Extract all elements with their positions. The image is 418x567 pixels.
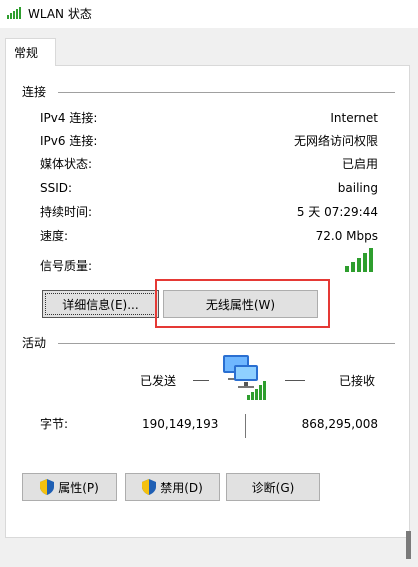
wireless-properties-button[interactable]: 无线属性(W) [163, 290, 318, 318]
received-line [285, 380, 305, 381]
bytes-sent-value: 190,149,193 [142, 417, 219, 431]
speed-value: 72.0 Mbps [315, 229, 378, 243]
ssid-value: bailing [337, 181, 378, 195]
tab-general-label: 常规 [14, 46, 39, 60]
wireless-properties-button-label: 无线属性(W) [205, 297, 276, 312]
received-label: 已接收 [339, 374, 376, 388]
ipv6-value: 无网络访问权限 [293, 134, 378, 148]
resize-handle[interactable] [406, 531, 411, 559]
signal-icon [7, 7, 21, 19]
media-state-value: 已启用 [341, 157, 378, 171]
speed-label: 速度: [40, 229, 69, 243]
details-button[interactable]: 详细信息(E)... [42, 290, 159, 318]
details-button-label: 详细信息(E)... [62, 297, 139, 312]
sent-line [193, 380, 209, 381]
duration-value: 5 天 07:29:44 [296, 205, 378, 219]
tab-general[interactable]: 常规 [5, 38, 56, 66]
ipv6-label: IPv6 连接: [40, 134, 98, 148]
bytes-received-value: 868,295,008 [301, 417, 378, 431]
ssid-label: SSID: [40, 181, 73, 195]
ipv4-value: Internet [330, 111, 378, 125]
signal-strength-icon [345, 248, 373, 272]
duration-label: 持续时间: [40, 205, 93, 219]
activity-divider [58, 343, 395, 344]
title-bar: WLAN 状态 [0, 0, 418, 28]
uac-shield-icon [142, 479, 157, 495]
sent-label: 已发送 [140, 374, 177, 388]
bytes-divider [245, 414, 246, 438]
activity-section-title: 活动 [22, 336, 47, 350]
connection-section-title: 连接 [22, 85, 47, 99]
window-title: WLAN 状态 [28, 7, 92, 21]
disable-button-label: 禁用(D) [160, 480, 203, 495]
properties-button-label: 属性(P) [58, 480, 99, 495]
connection-divider [58, 92, 395, 93]
ipv4-label: IPv4 连接: [40, 111, 98, 125]
uac-shield-icon [40, 479, 55, 495]
bytes-label: 字节: [40, 417, 69, 431]
media-state-label: 媒体状态: [40, 157, 93, 171]
diagnose-button[interactable]: 诊断(G) [226, 473, 320, 501]
diagnose-button-label: 诊断(G) [251, 480, 295, 495]
properties-button[interactable]: 属性(P) [22, 473, 117, 501]
network-computers-icon [223, 355, 266, 400]
signal-quality-label: 信号质量: [40, 259, 93, 273]
disable-button[interactable]: 禁用(D) [125, 473, 220, 501]
